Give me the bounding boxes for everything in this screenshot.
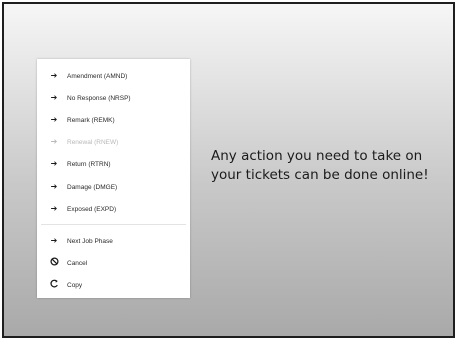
menu-item-next-job-phase[interactable]: ➔ Next Job Phase <box>37 230 190 252</box>
menu-item-damage[interactable]: ➔ Damage (DMGE) <box>37 176 190 198</box>
arrow-right-icon: ➔ <box>50 204 58 213</box>
menu-item-label: Cancel <box>67 259 88 267</box>
menu-item-label: Amendment (AMND) <box>67 72 128 80</box>
menu-item-label: Copy <box>67 281 83 289</box>
menu-divider <box>41 224 186 225</box>
action-menu: ➔ Amendment (AMND) ➔ No Response (NRSP) … <box>37 59 190 298</box>
menu-item-label: Renewal (RNEW) <box>67 138 119 146</box>
arrow-right-icon: ➔ <box>50 93 58 102</box>
copy-icon <box>49 279 59 291</box>
cancel-icon <box>49 257 59 269</box>
menu-item-label: Next Job Phase <box>67 237 113 245</box>
menu-item-remark[interactable]: ➔ Remark (REMK) <box>37 109 190 131</box>
arrow-right-icon: ➔ <box>50 236 58 245</box>
menu-item-label: Exposed (EXPD) <box>67 205 117 213</box>
arrow-right-icon: ➔ <box>50 182 58 191</box>
menu-item-label: Damage (DMGE) <box>67 183 118 191</box>
arrow-right-icon: ➔ <box>50 115 58 124</box>
menu-item-label: Remark (REMK) <box>67 116 115 124</box>
menu-item-copy[interactable]: Copy <box>37 274 190 296</box>
menu-item-no-response[interactable]: ➔ No Response (NRSP) <box>37 87 190 109</box>
menu-item-return[interactable]: ➔ Return (RTRN) <box>37 153 190 175</box>
info-message-line-2: your tickets can be done online! <box>211 167 429 183</box>
info-message-line-1: Any action you need to take on <box>211 148 423 164</box>
arrow-right-icon: ➔ <box>50 159 58 168</box>
menu-item-amendment[interactable]: ➔ Amendment (AMND) <box>37 65 190 87</box>
menu-item-exposed[interactable]: ➔ Exposed (EXPD) <box>37 198 190 220</box>
menu-item-label: No Response (NRSP) <box>67 94 131 102</box>
arrow-right-icon: ➔ <box>50 137 58 146</box>
slide-frame: ➔ Amendment (AMND) ➔ No Response (NRSP) … <box>2 2 455 338</box>
menu-item-label: Return (RTRN) <box>67 160 111 168</box>
menu-item-renewal: ➔ Renewal (RNEW) <box>37 131 190 153</box>
menu-item-cancel[interactable]: Cancel <box>37 252 190 274</box>
info-message: Any action you need to take on your tick… <box>211 147 451 185</box>
arrow-right-icon: ➔ <box>50 71 58 80</box>
